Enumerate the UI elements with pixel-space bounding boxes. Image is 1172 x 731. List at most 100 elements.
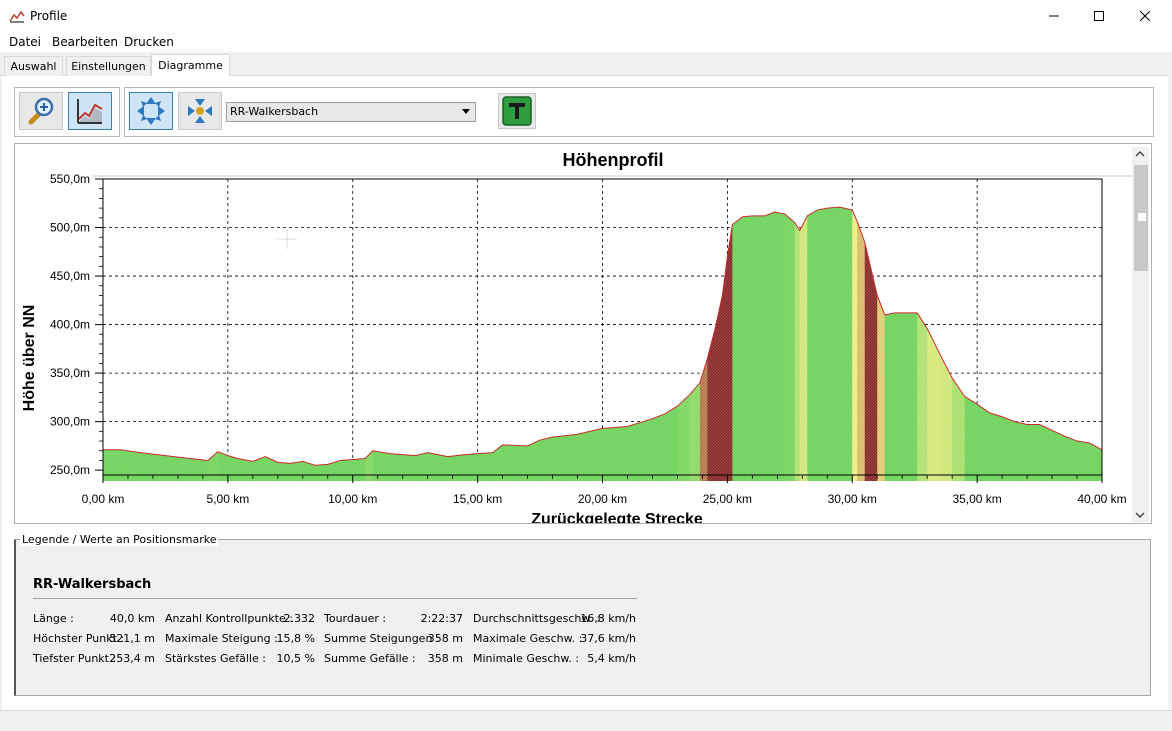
slope-stripe: [555, 207, 559, 481]
slope-stripe: [487, 207, 491, 481]
hatch-line: [103, 207, 233, 482]
stat-label: Stärkstes Gefälle :: [165, 652, 266, 665]
slope-stripe: [202, 207, 206, 481]
hatch-line: [240, 207, 542, 482]
slope-stripe: [227, 207, 231, 481]
hatch-line: [168, 207, 470, 482]
slope-stripe: [152, 207, 157, 481]
menu-datei[interactable]: Datei: [9, 35, 41, 49]
slope-stripe: [317, 207, 321, 481]
slope-stripe: [427, 207, 431, 481]
hatch-line: [297, 207, 599, 482]
tab-diagramme[interactable]: Diagramme: [151, 54, 230, 77]
slope-stripe: [1072, 207, 1076, 481]
collapse-button[interactable]: [178, 92, 222, 130]
hatch-line: [285, 207, 587, 482]
hatch-line: [103, 207, 212, 482]
slope-stripe: [407, 207, 411, 481]
zoom-button[interactable]: [19, 92, 63, 130]
tab-einstellungen[interactable]: Einstellungen: [66, 56, 151, 76]
slope-stripe: [247, 207, 251, 481]
slope-stripe: [260, 207, 264, 481]
scroll-down-icon[interactable]: [1135, 511, 1145, 519]
slope-stripe: [157, 207, 162, 481]
slope-stripe: [132, 207, 137, 481]
slope-stripe: [365, 207, 369, 481]
slope-stripe: [112, 207, 117, 481]
menu-bearbeiten[interactable]: Bearbeiten: [52, 35, 118, 49]
title-bar: Profile: [0, 0, 1172, 32]
slope-stripe: [417, 207, 421, 481]
slope-stripe: [477, 207, 481, 481]
hatch-line: [225, 207, 527, 482]
collapse-icon: [188, 99, 212, 123]
slope-stripe: [522, 207, 526, 481]
stat-value: 2.332: [283, 612, 316, 625]
slope-stripe: [447, 207, 451, 481]
slope-stripe: [185, 207, 189, 481]
hatch-line: [105, 207, 407, 482]
slope-stripe: [392, 207, 396, 481]
hatch-line: [243, 207, 545, 482]
slope-stripe: [277, 207, 281, 481]
hatch-line: [103, 207, 173, 482]
maximize-button[interactable]: [1076, 0, 1122, 32]
hatch-line: [103, 207, 377, 482]
y-axis-label: Höhe über NN: [21, 305, 38, 412]
minimize-icon: [1049, 15, 1059, 17]
hatch-line: [103, 207, 206, 482]
hatch-line: [103, 207, 383, 482]
slope-stripe: [442, 207, 446, 481]
slope-stripe: [162, 207, 167, 481]
slope-stripe: [325, 207, 329, 481]
maximize-icon: [1094, 11, 1104, 21]
slope-stripe: [450, 207, 454, 481]
area-stripes: [103, 207, 1102, 482]
close-button[interactable]: [1122, 0, 1168, 32]
chart-view-button[interactable]: [68, 92, 112, 130]
slope-stripe: [240, 207, 244, 481]
stat-label: Tourdauer :: [324, 612, 387, 625]
hatch-line: [103, 207, 395, 482]
slope-stripe: [287, 207, 291, 481]
slope-stripe: [402, 207, 406, 481]
tab-auswahl[interactable]: Auswahl: [4, 56, 63, 76]
slope-stripe: [127, 207, 132, 481]
profile-app-icon: [9, 10, 25, 23]
expand-button[interactable]: [129, 92, 173, 130]
slope-stripe: [175, 207, 179, 481]
slope-stripe: [547, 207, 551, 481]
scroll-up-icon[interactable]: [1135, 150, 1145, 158]
slope-stripe: [222, 207, 226, 481]
hatch-line: [195, 207, 497, 482]
x-tick-label: 30,00 km: [828, 492, 877, 506]
slope-stripe: [437, 207, 441, 481]
slope-stripe: [327, 207, 331, 481]
route-select[interactable]: RR-Walkersbach: [226, 102, 476, 122]
text-button[interactable]: [498, 93, 536, 129]
hatch-line: [273, 207, 575, 482]
hatch-line: [255, 207, 557, 482]
text-icon: [502, 96, 532, 126]
hatch-line: [258, 207, 560, 482]
slope-stripe: [452, 207, 456, 481]
hatch-line: [162, 207, 464, 482]
slope-stripe: [345, 207, 349, 481]
hatch-line: [249, 207, 551, 482]
hatch-line: [103, 207, 194, 482]
stat-label: Maximale Geschw. :: [473, 632, 583, 645]
slope-stripe: [207, 207, 211, 481]
slope-stripe: [302, 207, 306, 481]
menu-drucken[interactable]: Drucken: [124, 35, 174, 49]
x-tick-label: 25,00 km: [703, 492, 752, 506]
stat-value: 40,0 km: [109, 612, 155, 625]
slope-stripe: [422, 207, 426, 481]
minimize-button[interactable]: [1031, 0, 1077, 32]
slope-stripe: [190, 207, 194, 481]
slope-stripe: [230, 207, 234, 481]
stat-value: 16,8 km/h: [580, 612, 636, 625]
slope-stripe: [537, 207, 541, 481]
hatch-line: [1077, 207, 1102, 482]
slope-stripe: [377, 207, 381, 481]
chart-scrollbar[interactable]: [1132, 147, 1149, 522]
